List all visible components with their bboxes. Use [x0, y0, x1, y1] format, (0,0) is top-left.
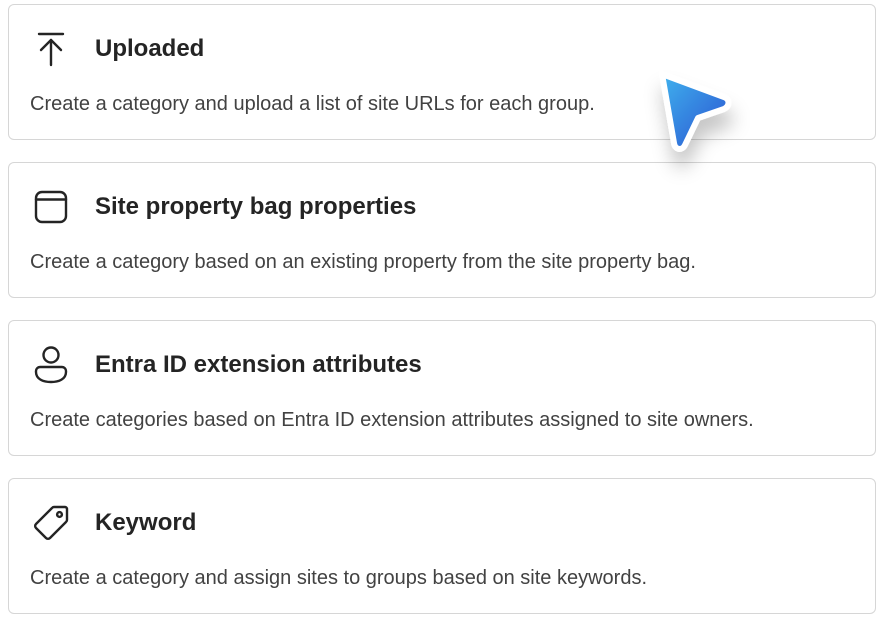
option-header: Uploaded	[31, 29, 204, 69]
upload-icon	[31, 29, 71, 69]
option-header: Site property bag properties	[31, 187, 416, 227]
option-title: Uploaded	[95, 35, 205, 62]
option-description: Create a category and assign sites to gr…	[30, 567, 648, 589]
option-title: Keyword	[95, 509, 197, 536]
option-title: Site property bag properties	[95, 193, 417, 220]
option-header: Entra ID extension attributes	[31, 345, 422, 385]
category-type-options: Uploaded Create a category and upload a …	[8, 4, 876, 636]
option-card-entra-id-attributes[interactable]: Entra ID extension attributes Create cat…	[8, 320, 876, 456]
option-description: Create a category and upload a list of s…	[30, 93, 595, 115]
option-description: Create categories based on Entra ID exte…	[30, 409, 754, 431]
window-icon	[31, 187, 71, 227]
option-card-site-property-bag[interactable]: Site property bag properties Create a ca…	[8, 162, 876, 298]
option-header: Keyword	[31, 503, 196, 543]
tag-icon	[31, 503, 71, 543]
option-description: Create a category based on an existing p…	[30, 251, 696, 273]
person-icon	[31, 345, 71, 385]
option-card-keyword[interactable]: Keyword Create a category and assign sit…	[8, 478, 876, 614]
option-card-uploaded[interactable]: Uploaded Create a category and upload a …	[8, 4, 876, 140]
option-title: Entra ID extension attributes	[95, 351, 422, 378]
